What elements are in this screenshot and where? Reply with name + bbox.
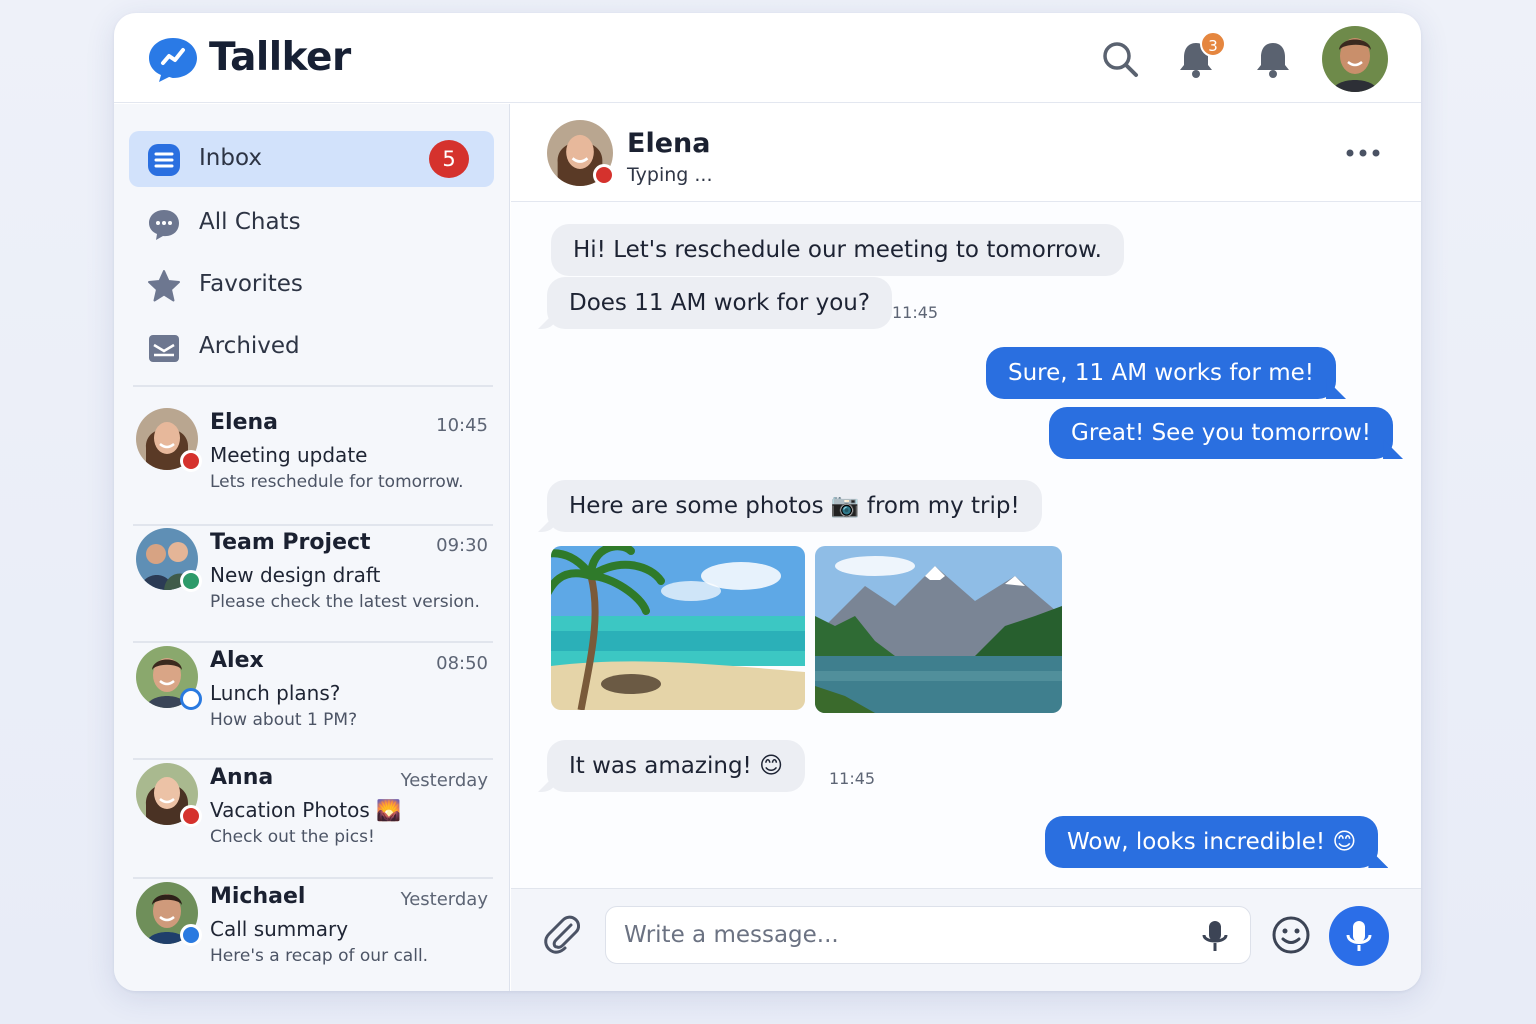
divider [133,877,493,879]
message-bubble-incoming[interactable]: Hi! Let's reschedule our meeting to tomo… [551,224,1124,276]
conversation-name: Anna [210,765,274,790]
conversation-subject: New design draft [210,563,381,587]
avatar [136,646,202,710]
message-bubble-incoming[interactable]: Does 11 AM work for you? [547,277,893,329]
emoji-icon[interactable] [1271,915,1311,955]
message-time: 11:45 [829,769,876,788]
conversation-preview: Please check the latest version. [210,592,480,612]
online-status-icon [180,570,202,592]
message-bubble-incoming[interactable]: Here are some photos 📷 from my trip! [547,480,1042,532]
conversation-preview: Check out the pics! [210,827,375,847]
conversation-time: 09:30 [436,535,488,556]
microphone-icon[interactable] [1199,919,1231,953]
typing-status: Typing ... [627,164,713,186]
app-header: Tallker 3 [114,13,1421,103]
divider [133,758,493,760]
voice-message-button[interactable] [1329,906,1389,966]
avatar [136,528,202,592]
busy-status-icon [180,805,202,827]
conversation-item-elena[interactable]: Elena 10:45 Meeting update Lets reschedu… [133,408,493,524]
busy-status-icon [593,164,615,186]
divider [133,641,493,643]
logo-icon [149,38,197,82]
divider [133,524,493,526]
microphone-icon [1346,921,1372,951]
avatar [136,408,202,472]
contact-avatar[interactable] [547,120,615,186]
bell-icon[interactable] [1253,39,1293,79]
busy-status-icon [180,450,202,472]
inbox-icon [148,144,180,176]
message-bubble-outgoing[interactable]: Great! See you tomorrow! [1049,407,1394,459]
conversation-preview: Here's a recap of our call. [210,946,429,966]
conversation-subject: Lunch plans? [210,681,341,705]
message-bubble-outgoing[interactable]: Wow, looks incredible! 😊 [1045,816,1379,868]
nav-favorites[interactable]: Favorites [129,257,494,313]
conversation-name: Elena [210,410,278,435]
inbox-unread-badge: 5 [429,140,469,178]
nav-inbox[interactable]: Inbox 5 [129,131,494,187]
conversation-item-michael[interactable]: Michael Yesterday Call summary Here's a … [133,882,493,991]
conversation-name: Michael [210,884,306,909]
contact-name: Elena [627,128,711,159]
conversation-name: Team Project [210,530,371,555]
conversation-item-anna[interactable]: Anna Yesterday Vacation Photos 🌄 Check o… [133,763,493,879]
away-status-icon [180,924,202,946]
mountain-lake-photo[interactable] [815,546,1062,713]
divider [133,385,493,387]
message-composer [511,888,1421,991]
chat-header: Elena Typing ... [511,104,1421,202]
message-input[interactable] [605,906,1251,964]
conversation-preview: How about 1 PM? [210,710,358,730]
notification-count-badge: 3 [1200,31,1226,57]
avatar [136,763,202,827]
conversation-subject: Meeting update [210,443,368,467]
nav-all-chats[interactable]: All Chats [129,195,494,251]
conversation-item-alex[interactable]: Alex 08:50 Lunch plans? How about 1 PM? [133,646,493,762]
app-name: Tallker [209,35,351,80]
avatar [136,882,202,946]
sidebar: Inbox 5 All Chats Favorites Archived Ele… [114,104,510,991]
user-face-icon [1322,26,1388,92]
beach-photo[interactable] [551,546,805,710]
mountain-lake-photo-image [815,546,1062,713]
away-status-icon [180,688,202,710]
nav-favorites-label: Favorites [199,271,303,297]
conversation-subject: Vacation Photos 🌄 [210,798,402,822]
star-icon [148,270,180,302]
conversation-name: Alex [210,648,264,673]
conversation-time: 10:45 [436,415,488,436]
message-bubble-incoming[interactable]: It was amazing! 😊 [547,740,806,792]
message-bubble-outgoing[interactable]: Sure, 11 AM works for me! [986,347,1337,399]
user-avatar[interactable] [1322,26,1388,92]
nav-all-chats-label: All Chats [199,209,301,235]
message-time: 11:45 [892,303,939,322]
more-options-icon[interactable] [1345,144,1381,162]
nav-archived-label: Archived [199,333,300,359]
paperclip-icon[interactable] [541,913,583,955]
search-icon[interactable] [1100,39,1140,79]
nav-archived[interactable]: Archived [129,319,494,375]
nav-inbox-label: Inbox [199,145,262,171]
chat-bubble-icon [149,210,179,240]
message-list: Hi! Let's reschedule our meeting to tomo… [511,202,1421,888]
beach-photo-image [551,546,805,710]
conversation-time: 08:50 [436,653,488,674]
app-window: Tallker 3 Inbox 5 All Chats Favorites Ar… [114,13,1421,991]
conversation-item-team-project[interactable]: Team Project 09:30 New design draft Plea… [133,528,493,644]
conversation-preview: Lets reschedule for tomorrow. [210,472,464,492]
archive-icon [149,335,179,362]
conversation-time: Yesterday [400,889,488,910]
conversation-time: Yesterday [400,770,488,791]
conversation-subject: Call summary [210,917,349,941]
